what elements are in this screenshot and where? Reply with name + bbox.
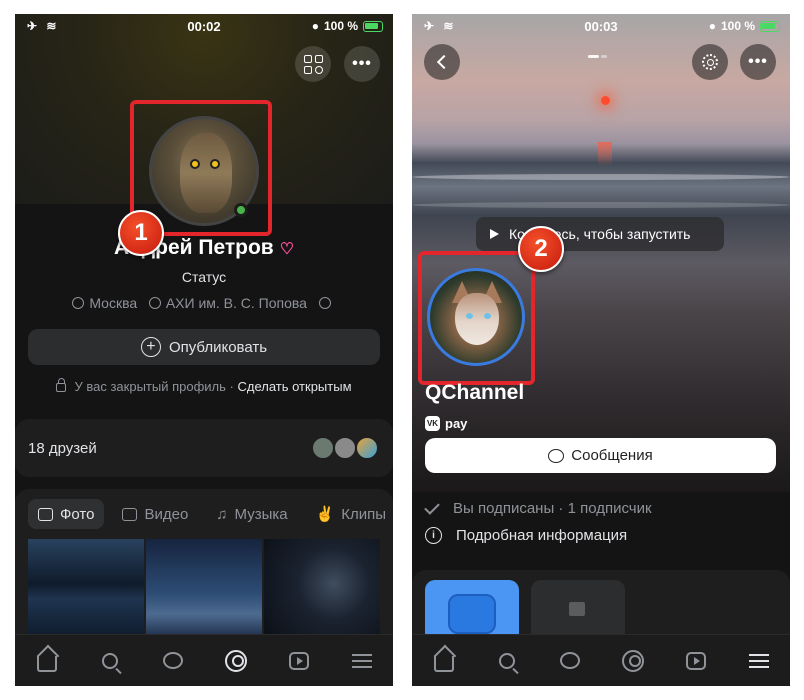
friend-avatar [355,436,379,460]
publish-button[interactable]: + Опубликовать [28,329,380,365]
heart-icon[interactable]: ♡ [280,241,294,258]
private-notice-text: У вас закрытый профиль [74,379,226,394]
cover-page-indicator [588,45,614,58]
more-dots-icon: ••• [748,53,768,70]
profile-icon[interactable] [223,648,249,674]
services-button[interactable] [295,46,331,82]
wave [412,202,790,208]
messages-icon[interactable] [557,648,583,674]
video-icon[interactable] [286,648,312,674]
step-badge-1: 1 [118,210,164,256]
settings-button[interactable] [692,44,728,80]
info-icon: i [425,527,442,544]
clips-icon: ✌ [315,506,335,523]
back-button[interactable] [424,44,460,80]
music-icon: ♫ [216,505,228,523]
subscription-row[interactable]: Вы подписаны · 1 подписчик [424,498,652,517]
video-tab-icon [122,507,138,521]
home-icon[interactable] [431,648,457,674]
menu-icon[interactable] [746,648,772,674]
bottom-tab-bar [15,634,393,686]
status-bar: ✈ ≋ 00:02 ● 100 % [15,14,393,40]
more-dots-icon: ••• [352,55,372,72]
friends-card[interactable]: 18 друзей [15,419,393,477]
status-right: ● 100 % [709,19,780,33]
person-icon: ● [311,19,319,33]
subscribed-info: Вы подписаны · 1 подписчик [453,500,652,517]
vk-logo-icon: VK [425,416,440,431]
friends-count: 18 друзей [28,440,97,457]
bag-icon [569,602,585,616]
lock-icon [56,378,67,392]
gear-icon [702,54,718,70]
profile-status[interactable]: Статус [15,269,393,285]
home-icon[interactable] [34,648,60,674]
info-icon[interactable] [318,297,331,309]
sun [601,96,610,105]
make-open-link[interactable]: Сделать открытым [237,379,351,394]
vk-pay-badge[interactable]: VK pay [425,416,467,431]
education-icon [148,297,161,309]
profile-university: АХИ им. В. С. Попова [165,295,307,311]
avatar-highlight-box [418,251,535,385]
person-icon: ● [708,19,716,33]
chat-icon [448,594,496,634]
profile-name-row: Андрей Петров ♡ [15,236,393,260]
pay-label: pay [445,416,468,431]
tab-photo[interactable]: Фото [28,499,105,529]
location-icon [72,297,85,309]
step-badge-2: 2 [518,226,564,272]
battery-percent: 100 % [720,19,755,33]
chevron-left-icon [436,54,452,70]
details-label: Подробная информация [456,527,628,544]
publish-label: Опубликовать [168,338,268,356]
grid-icon [303,54,323,74]
message-bubble-icon [548,448,565,463]
more-button[interactable]: ••• [740,44,776,80]
photo-thumbnail[interactable] [28,539,144,639]
photo-thumbnail[interactable] [146,539,262,639]
messages-label: Сообщения [571,447,653,464]
search-icon[interactable] [97,648,123,674]
video-icon[interactable] [683,648,709,674]
menu-icon[interactable] [349,648,375,674]
profile-city: Москва [89,295,138,311]
sun-reflection [598,142,612,166]
profile-icon[interactable] [620,648,646,674]
plus-icon: + [140,337,161,357]
status-bar: ✈ ≋ 00:03 ● 100 % [412,14,790,40]
friend-avatar [333,436,357,460]
wave [412,174,790,180]
play-cover-button[interactable]: Коснитесь, чтобы запустить [476,217,724,251]
profile-screen: ✈ ≋ 00:02 ● 100 % ••• Андрей Петров ♡ 1 С… [15,14,393,686]
media-tabs: Фото Видео ♫ Музыка ✌ Клипы [28,499,393,529]
bottom-tab-bar [412,634,790,686]
tab-video[interactable]: Видео [112,499,198,529]
battery-percent: 100 % [323,19,358,33]
check-icon [424,498,440,515]
profile-info-row: Москва АХИ им. В. С. Попова [15,295,393,311]
friend-avatar [311,436,335,460]
details-row[interactable]: i Подробная информация [425,527,627,544]
messages-button[interactable]: Сообщения [425,438,776,473]
messages-icon[interactable] [160,648,186,674]
status-right: ● 100 % [312,19,383,33]
photo-icon [38,507,53,521]
channel-name: QChannel [425,381,525,404]
play-icon [490,229,499,239]
tab-clips[interactable]: ✌ Клипы [306,499,393,529]
tab-music[interactable]: ♫ Музыка [206,499,297,529]
battery-icon [760,20,780,32]
channel-screen: ✈ ≋ 00:03 ● 100 % ••• Коснитесь, чтобы з… [412,14,790,686]
more-button[interactable]: ••• [344,46,380,82]
search-icon[interactable] [494,648,520,674]
private-profile-notice: У вас закрытый профиль · Сделать открыты… [15,378,393,394]
photo-thumbnail[interactable] [264,539,380,639]
photo-grid [28,539,380,639]
battery-icon [363,20,383,32]
